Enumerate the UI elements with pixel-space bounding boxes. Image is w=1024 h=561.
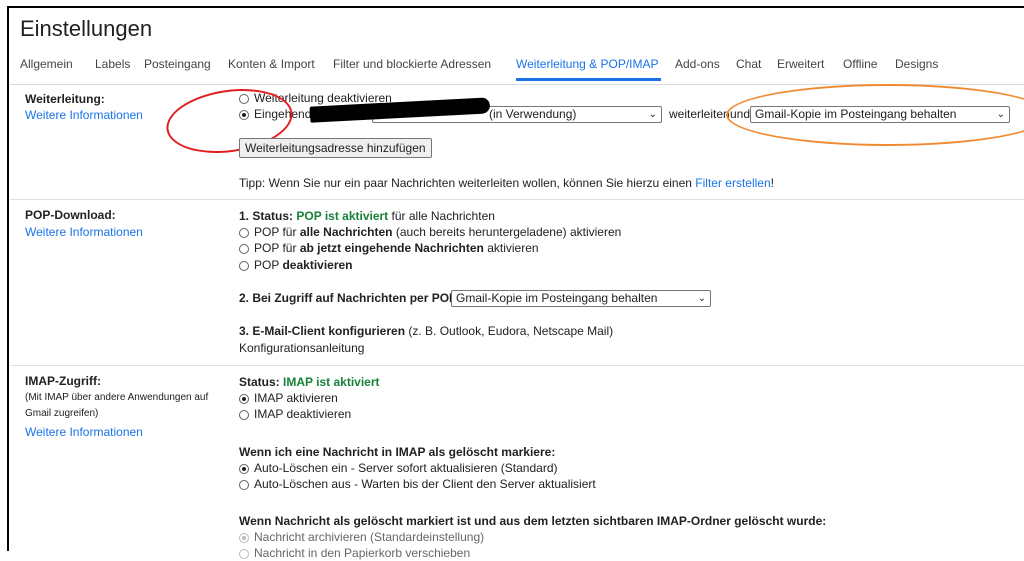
pop-status-suffix: für alle Nachrichten — [391, 209, 495, 223]
pop-option-disable[interactable]: POP deaktivieren — [239, 257, 353, 273]
configuration-guide-link[interactable]: Konfigurationsanleitung — [239, 340, 364, 356]
pop-opt2-b: ab jetzt eingehende Nachrichten — [299, 241, 484, 255]
pop-opt1-b: alle Nachrichten — [299, 225, 393, 239]
imap-delete-heading: Wenn ich eine Nachricht in IMAP als gelö… — [239, 445, 556, 459]
tip-text: Tipp: Wenn Sie nur ein paar Nachrichten … — [239, 176, 692, 190]
pop-opt1-c: (auch bereits heruntergeladene) aktivier… — [395, 225, 622, 239]
annotation-orange-circle — [726, 84, 1024, 146]
imap-expunge-trash-option[interactable]: Nachricht in den Papierkorb verschieben — [239, 545, 470, 561]
tab-weiterleitung-pop-imap[interactable]: Weiterleitung & POP/IMAP — [516, 57, 659, 71]
imap-more-info-link[interactable]: Weitere Informationen — [25, 425, 143, 439]
pop-client-row: 3. E-Mail-Client konfigurieren (z. B. Ou… — [239, 323, 613, 339]
tab-filter[interactable]: Filter und blockierte Adressen — [333, 57, 491, 71]
tab-offline[interactable]: Offline — [843, 57, 877, 71]
radio-pop-new[interactable] — [239, 244, 249, 254]
pop-opt3-a: POP — [254, 258, 280, 272]
pop-access-label: 2. Bei Zugriff auf Nachrichten per POP — [239, 291, 458, 305]
chevron-down-icon: ⌄ — [697, 293, 706, 304]
pop-more-info-link[interactable]: Weitere Informationen — [25, 225, 143, 239]
tab-labels[interactable]: Labels — [95, 57, 130, 71]
section-divider — [10, 199, 1024, 200]
imap-expunge-heading: Wenn Nachricht als gelöscht markiert ist… — [239, 514, 827, 528]
pop-client-note: (z. B. Outlook, Eudora, Netscape Mail) — [408, 324, 614, 338]
pop-option-all[interactable]: POP für alle Nachrichten (auch bereits h… — [239, 224, 621, 240]
tip-suffix: ! — [770, 176, 774, 190]
pop-status-prefix: 1. Status: — [239, 209, 294, 223]
tab-konten-import[interactable]: Konten & Import — [228, 57, 315, 71]
pop-opt3-b: deaktivieren — [282, 258, 353, 272]
pop-label: POP-Download: — [25, 208, 116, 222]
imap-status-prefix: Status: — [239, 375, 280, 389]
pop-access-row: 2. Bei Zugriff auf Nachrichten per POP — [239, 290, 457, 306]
tab-chat[interactable]: Chat — [736, 57, 761, 71]
frame-top-border — [7, 6, 1024, 8]
imap-expunge-archive-option[interactable]: Nachricht archivieren (Standardeinstellu… — [239, 529, 484, 545]
add-forwarding-address-button[interactable]: Weiterleitungsadresse hinzufügen — [239, 138, 432, 158]
tab-posteingang[interactable]: Posteingang — [144, 57, 211, 71]
pop-opt1-a: POP für — [254, 225, 297, 239]
autodelete-on-label: Auto-Löschen ein - Server sofort aktuali… — [254, 461, 558, 475]
forwarding-address-value: (in Verwendung) — [489, 107, 577, 121]
imap-enable-label: IMAP aktivieren — [254, 391, 338, 405]
tab-erweitert[interactable]: Erweitert — [777, 57, 824, 71]
radio-autodelete-on[interactable] — [239, 464, 249, 474]
page-title: Einstellungen — [20, 16, 153, 41]
pop-client-label: 3. E-Mail-Client konfigurieren — [239, 324, 406, 338]
pop-opt2-a: POP für — [254, 241, 297, 255]
section-divider — [10, 365, 1024, 366]
radio-expunge-archive[interactable] — [239, 533, 249, 543]
autodelete-off-label: Auto-Löschen aus - Warten bis der Client… — [254, 477, 596, 491]
imap-status: Status: IMAP ist aktiviert — [239, 374, 380, 390]
imap-status-value: IMAP ist aktiviert — [283, 375, 380, 389]
imap-autodelete-on-option[interactable]: Auto-Löschen ein - Server sofort aktuali… — [239, 460, 558, 476]
radio-autodelete-off[interactable] — [239, 480, 249, 490]
imap-enable-option[interactable]: IMAP aktivieren — [239, 390, 338, 406]
forwarding-more-info-link[interactable]: Weitere Informationen — [25, 108, 143, 122]
expunge-archive-label: Nachricht archivieren (Standardeinstellu… — [254, 530, 485, 544]
radio-imap-enable[interactable] — [239, 394, 249, 404]
pop-access-select[interactable]: Gmail-Kopie im Posteingang behalten ⌄ — [451, 290, 711, 307]
settings-tabs: Allgemein Labels Posteingang Konten & Im… — [20, 57, 1024, 83]
expunge-trash-label: Nachricht in den Papierkorb verschieben — [254, 546, 471, 560]
frame-left-border — [7, 6, 9, 551]
forward-word: weiterleiten — [669, 107, 730, 121]
forwarding-label: Weiterleitung: — [25, 92, 105, 106]
tab-add-ons[interactable]: Add-ons — [675, 57, 720, 71]
create-filter-link[interactable]: Filter erstellen — [695, 176, 770, 190]
tab-designs[interactable]: Designs — [895, 57, 938, 71]
imap-note-line1: (Mit IMAP über andere Anwendungen auf — [25, 392, 209, 403]
imap-autodelete-off-option[interactable]: Auto-Löschen aus - Warten bis der Client… — [239, 476, 596, 492]
chevron-down-icon: ⌄ — [648, 109, 657, 120]
imap-disable-option[interactable]: IMAP deaktivieren — [239, 406, 351, 422]
radio-imap-disable[interactable] — [239, 410, 249, 420]
imap-label: IMAP-Zugriff: — [25, 374, 101, 388]
forwarding-tip: Tipp: Wenn Sie nur ein paar Nachrichten … — [239, 175, 774, 191]
pop-status: 1. Status: POP ist aktiviert für alle Na… — [239, 208, 495, 224]
imap-note-line2: Gmail zugreifen) — [25, 408, 99, 419]
imap-disable-label: IMAP deaktivieren — [254, 407, 352, 421]
radio-pop-all[interactable] — [239, 228, 249, 238]
radio-pop-disable[interactable] — [239, 261, 249, 271]
pop-opt2-c: aktivieren — [487, 241, 539, 255]
pop-access-value: Gmail-Kopie im Posteingang behalten — [456, 291, 658, 305]
pop-status-value: POP ist aktiviert — [296, 209, 389, 223]
tab-allgemein[interactable]: Allgemein — [20, 57, 73, 71]
pop-option-new[interactable]: POP für ab jetzt eingehende Nachrichten … — [239, 240, 539, 256]
active-tab-indicator — [516, 78, 661, 81]
